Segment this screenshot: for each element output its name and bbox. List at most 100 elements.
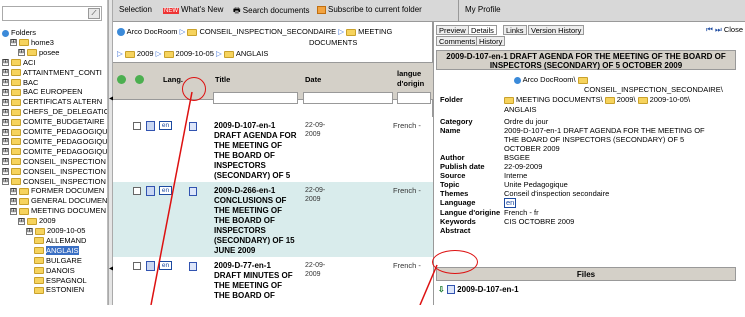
row-checkbox[interactable] [133,262,141,270]
expand-toggle-icon[interactable]: ⊞ [2,59,9,67]
nav-icon: ⏮ ⏭ [706,25,724,34]
word-doc-icon[interactable] [189,262,197,271]
langue-filter-input[interactable] [397,92,431,104]
tree-item[interactable]: ⊞ MEETING DOCUMEN [10,206,106,216]
tree-item[interactable]: ⊞ COMITE_PEDAGOGIQU [2,147,107,157]
breadcrumb-conseil[interactable]: CONSEIL_INSPECTION_SECONDAIRE [199,27,336,36]
column-langue[interactable]: langue [397,69,421,78]
select-all-icon[interactable] [117,75,126,84]
expand-toggle-icon[interactable]: ⊞ [2,148,9,156]
expand-toggle-icon[interactable]: ⊞ [2,178,9,186]
tree-item-label: COMITE_PEDAGOGIQU [23,127,108,136]
date-filter-input[interactable] [303,92,393,104]
tree-item[interactable]: ⊞ 2009 [18,216,56,226]
tab-details[interactable]: Details [468,25,497,35]
menu-search-documents[interactable]: 🖶 Search documents [233,5,309,19]
tab-preview[interactable]: Preview [436,25,469,35]
folder-icon [19,197,29,205]
breadcrumb-meeting[interactable]: MEETING [358,27,392,36]
folder-path-line2[interactable]: CONSEIL_INSPECTION_SECONDAIRE\ [584,85,723,94]
expand-toggle-icon[interactable]: ⊞ [18,49,25,57]
expand-toggle-icon[interactable]: ⊞ [2,98,9,106]
breadcrumb-documents[interactable]: DOCUMENTS [309,38,357,47]
file-entry[interactable]: ⇩ 2009-D-107-en-1 [438,285,519,295]
column-langue-origin[interactable]: d'origin [397,79,424,88]
table-row[interactable]: en 2009-D-107-en-1 DRAFT AGENDA FOR THE M… [113,117,433,190]
tree-search-button[interactable]: ⟋ [88,8,100,19]
document-title[interactable]: 2009-D-266-en-1 CONCLUSIONS OF THE MEETI… [214,186,298,256]
menu-subscribe[interactable]: Subscribe to current folder [317,5,422,14]
table-row[interactable]: en 2009-D-266-en-1 CONCLUSIONS OF THE MEE… [113,182,433,257]
column-date[interactable]: Date [305,75,321,84]
tree-item[interactable]: ⊞ BAC EUROPEEN [2,87,83,97]
breadcrumb-date[interactable]: 2009-10-05 [176,49,214,58]
tree-item[interactable]: ⊞ home3 [10,38,54,48]
menu-selection[interactable]: Selection [119,5,152,14]
menu-my-profile[interactable]: My Profile [465,5,501,14]
document-title[interactable]: 2009-D-107-en-1 DRAFT AGENDA FOR THE MEE… [214,121,298,191]
breadcrumb-2009[interactable]: 2009 [137,49,154,58]
expand-toggle-icon[interactable]: ⊞ [2,79,9,87]
tree-item[interactable]: ALLEMAND [34,236,86,246]
folder-icon [34,277,44,285]
expand-toggle-icon[interactable]: ⊞ [2,158,9,166]
expand-toggle-icon[interactable]: ⊞ [10,197,17,205]
breadcrumb-anglais[interactable]: ANGLAIS [236,49,269,58]
tree-item[interactable]: ESPAGNOL [34,276,87,286]
tree-item[interactable]: ⊞ ACI [2,58,36,68]
close-control[interactable]: ⏮ ⏭ Close [706,25,743,35]
folder-path-line4[interactable]: ANGLAIS [504,105,537,114]
expand-toggle-icon[interactable]: ⊞ [2,88,9,96]
tree-item-label: ANGLAIS [46,245,79,255]
document-icon [146,261,155,271]
tree-item[interactable]: ⊞ FORMER DOCUMEN [10,186,104,196]
row-checkbox[interactable] [133,122,141,130]
tree-item[interactable]: DANOIS [34,266,75,276]
tree-item[interactable]: ⊞ CONSEIL_INSPECTION [2,167,106,177]
tree-item[interactable]: BULGARE [34,256,82,266]
tree-item[interactable]: ⊞ ATTAINTMENT_CONTI [2,68,102,78]
expand-toggle-icon[interactable]: ⊞ [2,108,9,116]
expand-toggle-icon[interactable]: ⊞ [10,207,17,215]
expand-toggle-icon[interactable]: ⊞ [2,118,9,126]
document-title[interactable]: 2009-D-77-en-1 DRAFT MINUTES OF THE MEET… [214,261,298,301]
table-row[interactable]: en 2009-D-77-en-1 DRAFT MINUTES OF THE ME… [113,257,433,317]
tree-item[interactable]: ⊞ CONSEIL_INSPECTION [2,177,106,187]
tree-item[interactable]: ANGLAIS [34,245,79,256]
tree-item[interactable]: ⊞ posee [18,48,59,58]
tree-item[interactable]: ⊞ CHEFS_DE_DELEGATIC [2,107,107,117]
word-doc-icon[interactable] [189,187,197,196]
tree-item[interactable]: Folders [2,28,36,38]
expand-toggle-icon[interactable]: ⊞ [18,217,25,225]
breadcrumb-root[interactable]: Arco DocRoom [127,27,178,36]
tree-item[interactable]: ⊞ COMITE_PEDAGOGIQU [2,127,108,137]
expand-toggle-icon[interactable]: ⊞ [2,128,9,136]
expand-toggle-icon[interactable]: ⊞ [2,168,9,176]
tree-item[interactable]: ⊞ BAC [2,78,38,88]
tree-item[interactable]: ⊞ COMITE_BUDGETAIRE [2,117,105,127]
tab-history[interactable]: History [476,36,506,46]
tree-item[interactable]: ⊞ 2009-10-05 [26,226,85,236]
tab-links[interactable]: Links [503,25,527,35]
folder-icon [27,217,37,225]
tree-item[interactable]: ⊞ COMITE_PEDAGOGIQU [2,137,107,147]
deselect-all-icon[interactable] [135,75,144,84]
title-filter-input[interactable] [213,92,298,104]
tab-comments[interactable]: Comments [436,36,479,46]
tree-search-box[interactable]: ⟋ [2,6,102,21]
tree-item[interactable]: ⊞ CERTIFICATS ALTERN [2,97,102,107]
row-checkbox[interactable] [133,187,141,195]
expand-toggle-icon[interactable]: ⊞ [26,227,33,235]
tree-item[interactable]: ⊞ CONSEIL_INSPECTION [2,157,106,167]
tree-item[interactable]: ESTONIEN [34,285,84,295]
column-title[interactable]: Title [215,75,230,84]
expand-toggle-icon[interactable]: ⊞ [10,187,17,195]
column-lang[interactable]: Lang. [163,75,183,84]
expand-toggle-icon[interactable]: ⊞ [2,138,9,146]
word-doc-icon[interactable] [189,122,197,131]
expand-toggle-icon[interactable]: ⊞ [10,39,17,47]
expand-toggle-icon[interactable]: ⊞ [2,69,9,77]
tab-version-history[interactable]: Version History [528,25,585,35]
menu-whats-new[interactable]: NEW What's New [163,5,223,14]
tree-item[interactable]: ⊞ GENERAL DOCUMEN [10,196,107,206]
